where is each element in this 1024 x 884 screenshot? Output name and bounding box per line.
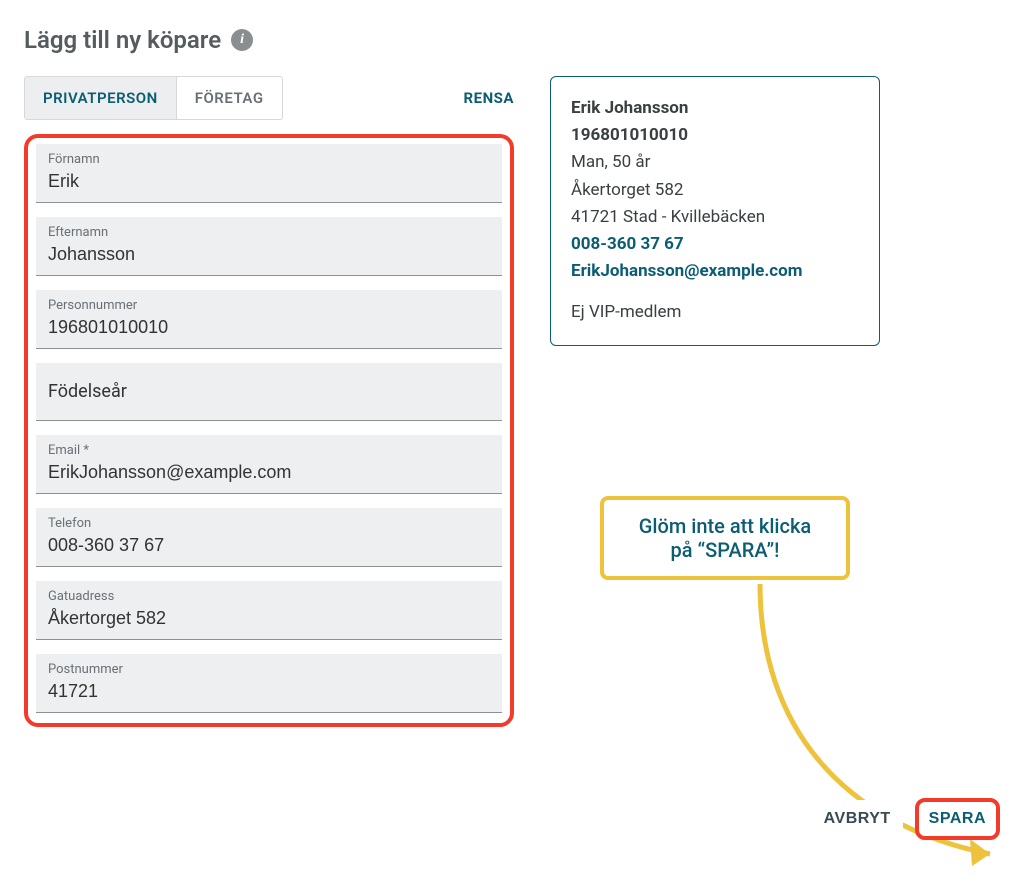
label-email: Email *: [48, 443, 490, 458]
label-personalnr: Personnummer: [48, 298, 490, 313]
label-phone: Telefon: [48, 516, 490, 531]
field-phone: Telefon: [36, 508, 502, 567]
page: Lägg till ny köpare i PRIVATPERSON FÖRET…: [0, 0, 1024, 858]
cancel-button[interactable]: AVBRYT: [812, 800, 903, 838]
callout: Glöm inte att klicka på “SPARA”!: [600, 496, 850, 580]
page-title: Lägg till ny köpare i: [24, 26, 1000, 54]
label-lastname: Efternamn: [48, 225, 490, 240]
right-column: Erik Johansson 196801010010 Man, 50 år Å…: [550, 76, 1000, 346]
summary-demographic: Man, 50 år: [571, 149, 859, 176]
field-firstname: Förnamn: [36, 144, 502, 203]
page-title-text: Lägg till ny köpare: [24, 26, 221, 54]
summary-street: Åkertorget 582: [571, 177, 859, 204]
field-postal: Postnummer: [36, 654, 502, 713]
input-email[interactable]: [48, 458, 490, 493]
input-firstname[interactable]: [48, 167, 490, 202]
columns: PRIVATPERSON FÖRETAG RENSA Förnamn Efter…: [24, 76, 1000, 727]
label-street: Gatuadress: [48, 589, 490, 604]
label-firstname: Förnamn: [48, 152, 490, 167]
summary-card: Erik Johansson 196801010010 Man, 50 år Å…: [550, 76, 880, 346]
summary-vip: Ej VIP-medlem: [571, 299, 859, 326]
input-lastname[interactable]: [48, 240, 490, 275]
summary-pnr: 196801010010: [571, 122, 859, 149]
tab-row: PRIVATPERSON FÖRETAG RENSA: [24, 76, 514, 120]
label-birthyear: Födelseår: [48, 363, 490, 420]
left-column: PRIVATPERSON FÖRETAG RENSA Förnamn Efter…: [24, 76, 514, 727]
info-icon[interactable]: i: [231, 29, 253, 51]
summary-name: Erik Johansson: [571, 95, 859, 122]
field-street: Gatuadress: [36, 581, 502, 640]
label-postal: Postnummer: [48, 662, 490, 677]
summary-email: ErikJohansson@example.com: [571, 258, 859, 285]
summary-city: 41721 Stad - Kvillebäcken: [571, 204, 859, 231]
input-phone[interactable]: [48, 531, 490, 566]
form-highlight: Förnamn Efternamn Personnummer Födelseår: [24, 134, 514, 727]
input-personalnr[interactable]: [48, 313, 490, 348]
footer-buttons: AVBRYT SPARA: [812, 798, 1000, 840]
save-button[interactable]: SPARA: [915, 798, 1000, 840]
input-postal[interactable]: [48, 677, 490, 712]
tabs: PRIVATPERSON FÖRETAG: [24, 76, 283, 120]
summary-phone: 008-360 37 67: [571, 231, 859, 258]
tab-privatperson[interactable]: PRIVATPERSON: [25, 77, 176, 119]
input-street[interactable]: [48, 604, 490, 639]
field-lastname: Efternamn: [36, 217, 502, 276]
clear-button[interactable]: RENSA: [464, 89, 514, 107]
tab-foretag[interactable]: FÖRETAG: [176, 77, 282, 119]
field-birthyear: Födelseår: [36, 363, 502, 421]
field-email: Email *: [36, 435, 502, 494]
field-personalnr: Personnummer: [36, 290, 502, 349]
